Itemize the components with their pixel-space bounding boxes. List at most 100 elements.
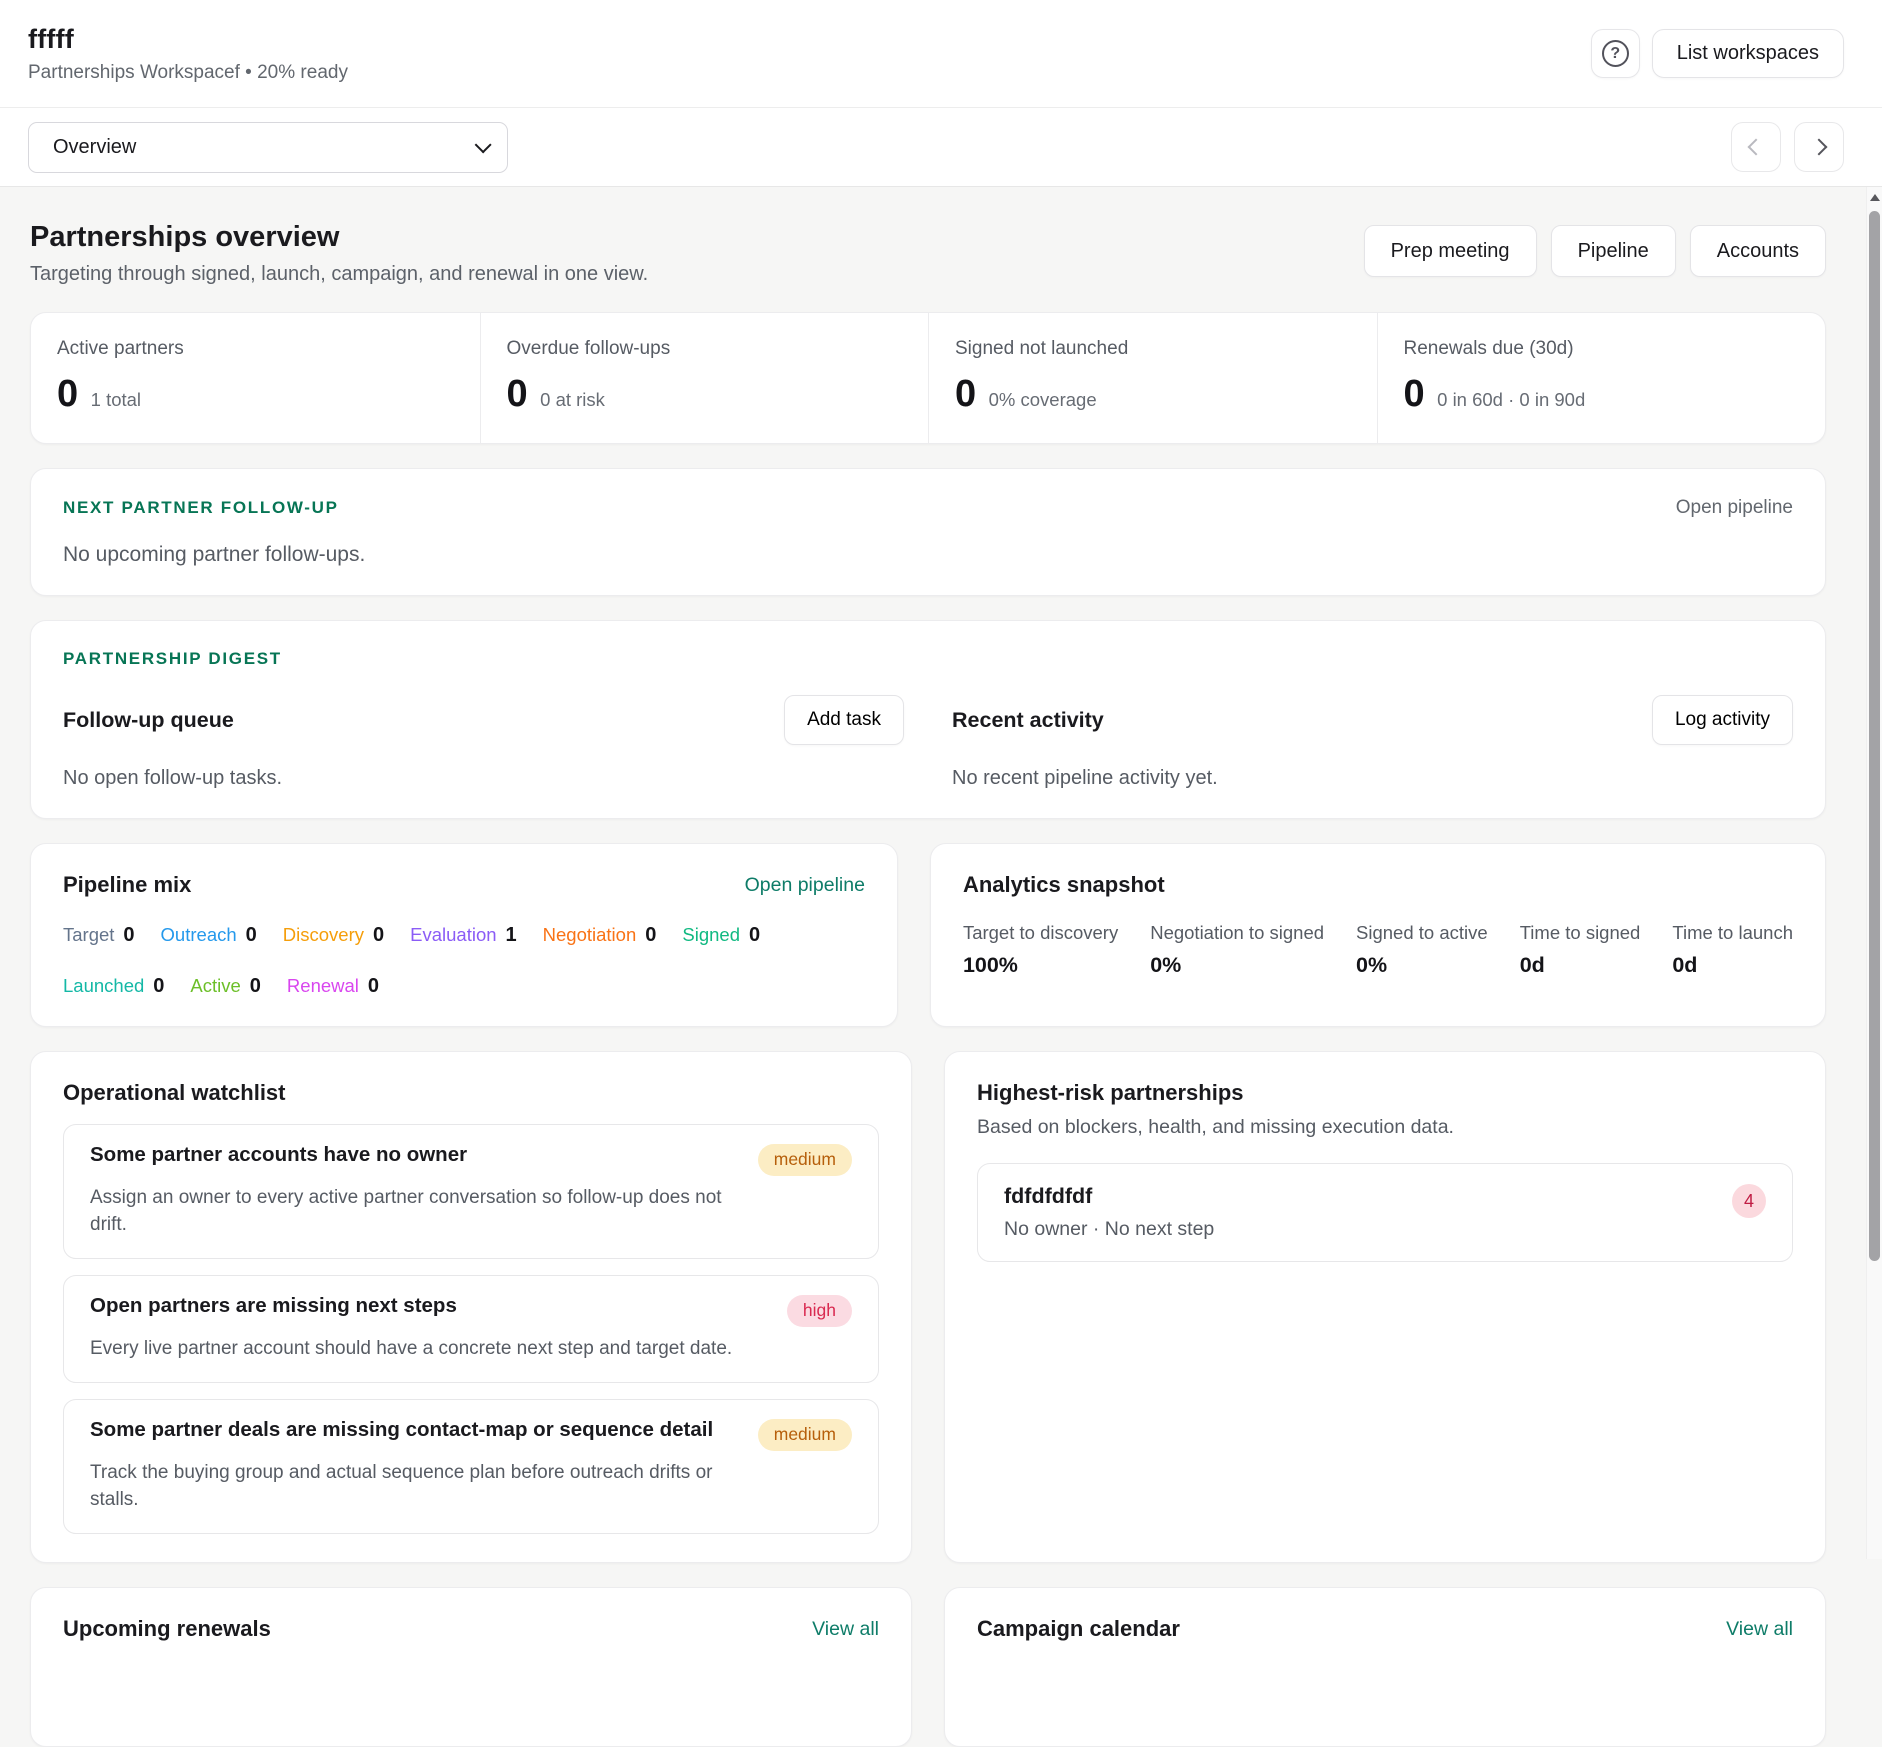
stage-label: Evaluation (410, 924, 496, 946)
operational-watchlist-card: Operational watchlist Some partner accou… (30, 1051, 912, 1563)
risk-partner-detail: No owner · No next step (1004, 1218, 1214, 1241)
stage-label: Active (190, 975, 240, 997)
next-view-button[interactable] (1794, 122, 1844, 172)
partnership-digest-card: PARTNERSHIP DIGEST Follow-up queue Add t… (30, 620, 1826, 819)
stat-label: Active partners (57, 338, 452, 360)
metric-value: 0% (1356, 953, 1488, 978)
metric-negotiation-to-signed: Negotiation to signed 0% (1150, 922, 1324, 978)
campaign-calendar-title: Campaign calendar (977, 1616, 1180, 1642)
metric-label: Time to signed (1520, 922, 1641, 944)
chevron-left-icon (1748, 139, 1765, 156)
open-pipeline-link[interactable]: Open pipeline (1676, 497, 1793, 519)
stage-label: Target (63, 924, 114, 946)
stat-renewals-due: Renewals due (30d) 0 0 in 60d · 0 in 90d (1377, 313, 1826, 443)
metric-label: Negotiation to signed (1150, 922, 1324, 944)
add-task-button[interactable]: Add task (784, 695, 904, 745)
stat-label: Signed not launched (955, 338, 1349, 360)
stage-label: Outreach (161, 924, 237, 946)
stage-value: 0 (645, 924, 656, 947)
upcoming-renewals-card: Upcoming renewals View all (30, 1587, 912, 1747)
stage-value: 0 (123, 924, 134, 947)
workspace-title: fffff (28, 24, 348, 55)
page-title: Partnerships overview (30, 221, 648, 254)
metric-time-to-launch: Time to launch 0d (1672, 922, 1793, 978)
chevron-down-icon (475, 136, 492, 153)
campaign-calendar-card: Campaign calendar View all (944, 1587, 1826, 1747)
prep-meeting-button[interactable]: Prep meeting (1364, 225, 1537, 277)
page-actions: Prep meeting Pipeline Accounts (1364, 225, 1826, 277)
view-selector-value: Overview (53, 136, 136, 159)
log-activity-button[interactable]: Log activity (1652, 695, 1793, 745)
stage-value: 1 (506, 924, 517, 947)
view-all-renewals-link[interactable]: View all (812, 1618, 879, 1641)
stat-detail: 0 in 60d · 0 in 90d (1437, 389, 1585, 411)
severity-badge: medium (758, 1419, 852, 1451)
scrollbar-thumb[interactable] (1869, 211, 1880, 1261)
metric-target-to-discovery: Target to discovery 100% (963, 922, 1118, 978)
recent-activity-empty: No recent pipeline activity yet. (952, 767, 1793, 790)
watchlist-item: Some partner accounts have no owner medi… (63, 1124, 879, 1259)
help-button[interactable]: ? (1591, 29, 1640, 78)
recent-activity-title: Recent activity (952, 708, 1104, 733)
watchlist-item-description: Every live partner account should have a… (90, 1335, 852, 1362)
list-workspaces-button[interactable]: List workspaces (1652, 29, 1844, 78)
view-selector[interactable]: Overview (28, 122, 508, 173)
workspace-header: fffff Partnerships Workspacef • 20% read… (0, 0, 1882, 108)
page-head-text: Partnerships overview Targeting through … (30, 221, 648, 286)
accounts-button[interactable]: Accounts (1690, 225, 1826, 277)
stage-value: 0 (153, 975, 164, 998)
open-pipeline-link[interactable]: Open pipeline (745, 874, 865, 897)
pipeline-button[interactable]: Pipeline (1551, 225, 1676, 277)
recent-activity-column: Recent activity Log activity No recent p… (952, 695, 1793, 790)
stage-target: Target 0 (63, 924, 135, 947)
next-followup-heading: NEXT PARTNER FOLLOW-UP (63, 498, 339, 518)
watchlist-item-description: Assign an owner to every active partner … (90, 1184, 852, 1238)
overview-page: Partnerships overview Targeting through … (0, 187, 1882, 1747)
metric-value: 0% (1150, 953, 1324, 978)
stage-label: Negotiation (543, 924, 637, 946)
stat-active-partners: Active partners 0 1 total (31, 313, 480, 443)
header-actions: ? List workspaces (1591, 29, 1844, 78)
metric-value: 0d (1520, 953, 1641, 978)
stat-signed-not-launched: Signed not launched 0 0% coverage (928, 313, 1377, 443)
stage-value: 0 (246, 924, 257, 947)
risk-partnership-row[interactable]: fdfdfdfdf No owner · No next step 4 (977, 1163, 1793, 1262)
next-followup-empty: No upcoming partner follow-ups. (63, 543, 1793, 567)
stage-evaluation: Evaluation 1 (410, 924, 517, 947)
analytics-title: Analytics snapshot (963, 872, 1793, 898)
stat-value: 0 (1404, 373, 1425, 416)
stat-value: 0 (955, 373, 976, 416)
pipeline-mix-title: Pipeline mix (63, 872, 191, 898)
stat-detail: 0 at risk (540, 389, 605, 411)
scrollbar[interactable] (1866, 187, 1882, 1559)
scroll-up-arrow-icon[interactable] (1870, 194, 1880, 201)
stats-row: Active partners 0 1 total Overdue follow… (30, 312, 1826, 444)
page-subtitle: Targeting through signed, launch, campai… (30, 263, 648, 286)
followup-queue-empty: No open follow-up tasks. (63, 767, 904, 790)
view-toolbar: Overview (0, 108, 1882, 187)
prev-view-button[interactable] (1731, 122, 1781, 172)
help-icon: ? (1602, 40, 1629, 67)
metric-value: 100% (963, 953, 1118, 978)
stage-outreach: Outreach 0 (161, 924, 257, 947)
watchlist-item-title: Some partner deals are missing contact-m… (90, 1418, 713, 1442)
chevron-right-icon (1811, 139, 1828, 156)
metric-list: Target to discovery 100% Negotiation to … (963, 922, 1793, 978)
stage-value: 0 (250, 975, 261, 998)
metric-signed-to-active: Signed to active 0% (1356, 922, 1488, 978)
view-all-calendar-link[interactable]: View all (1726, 1618, 1793, 1641)
watchlist-item: Some partner deals are missing contact-m… (63, 1399, 879, 1534)
risk-partner-name: fdfdfdfdf (1004, 1184, 1214, 1209)
stat-label: Renewals due (30d) (1404, 338, 1798, 360)
watchlist-item-title: Open partners are missing next steps (90, 1294, 457, 1318)
stat-detail: 0% coverage (989, 389, 1097, 411)
stat-overdue-followups: Overdue follow-ups 0 0 at risk (480, 313, 929, 443)
metric-label: Time to launch (1672, 922, 1793, 944)
stage-negotiation: Negotiation 0 (543, 924, 657, 947)
workspace-subtitle: Partnerships Workspacef • 20% ready (28, 62, 348, 84)
severity-badge: medium (758, 1144, 852, 1176)
metric-label: Signed to active (1356, 922, 1488, 944)
severity-badge: high (787, 1295, 852, 1327)
view-pager (1731, 122, 1844, 172)
stage-signed: Signed 0 (682, 924, 760, 947)
